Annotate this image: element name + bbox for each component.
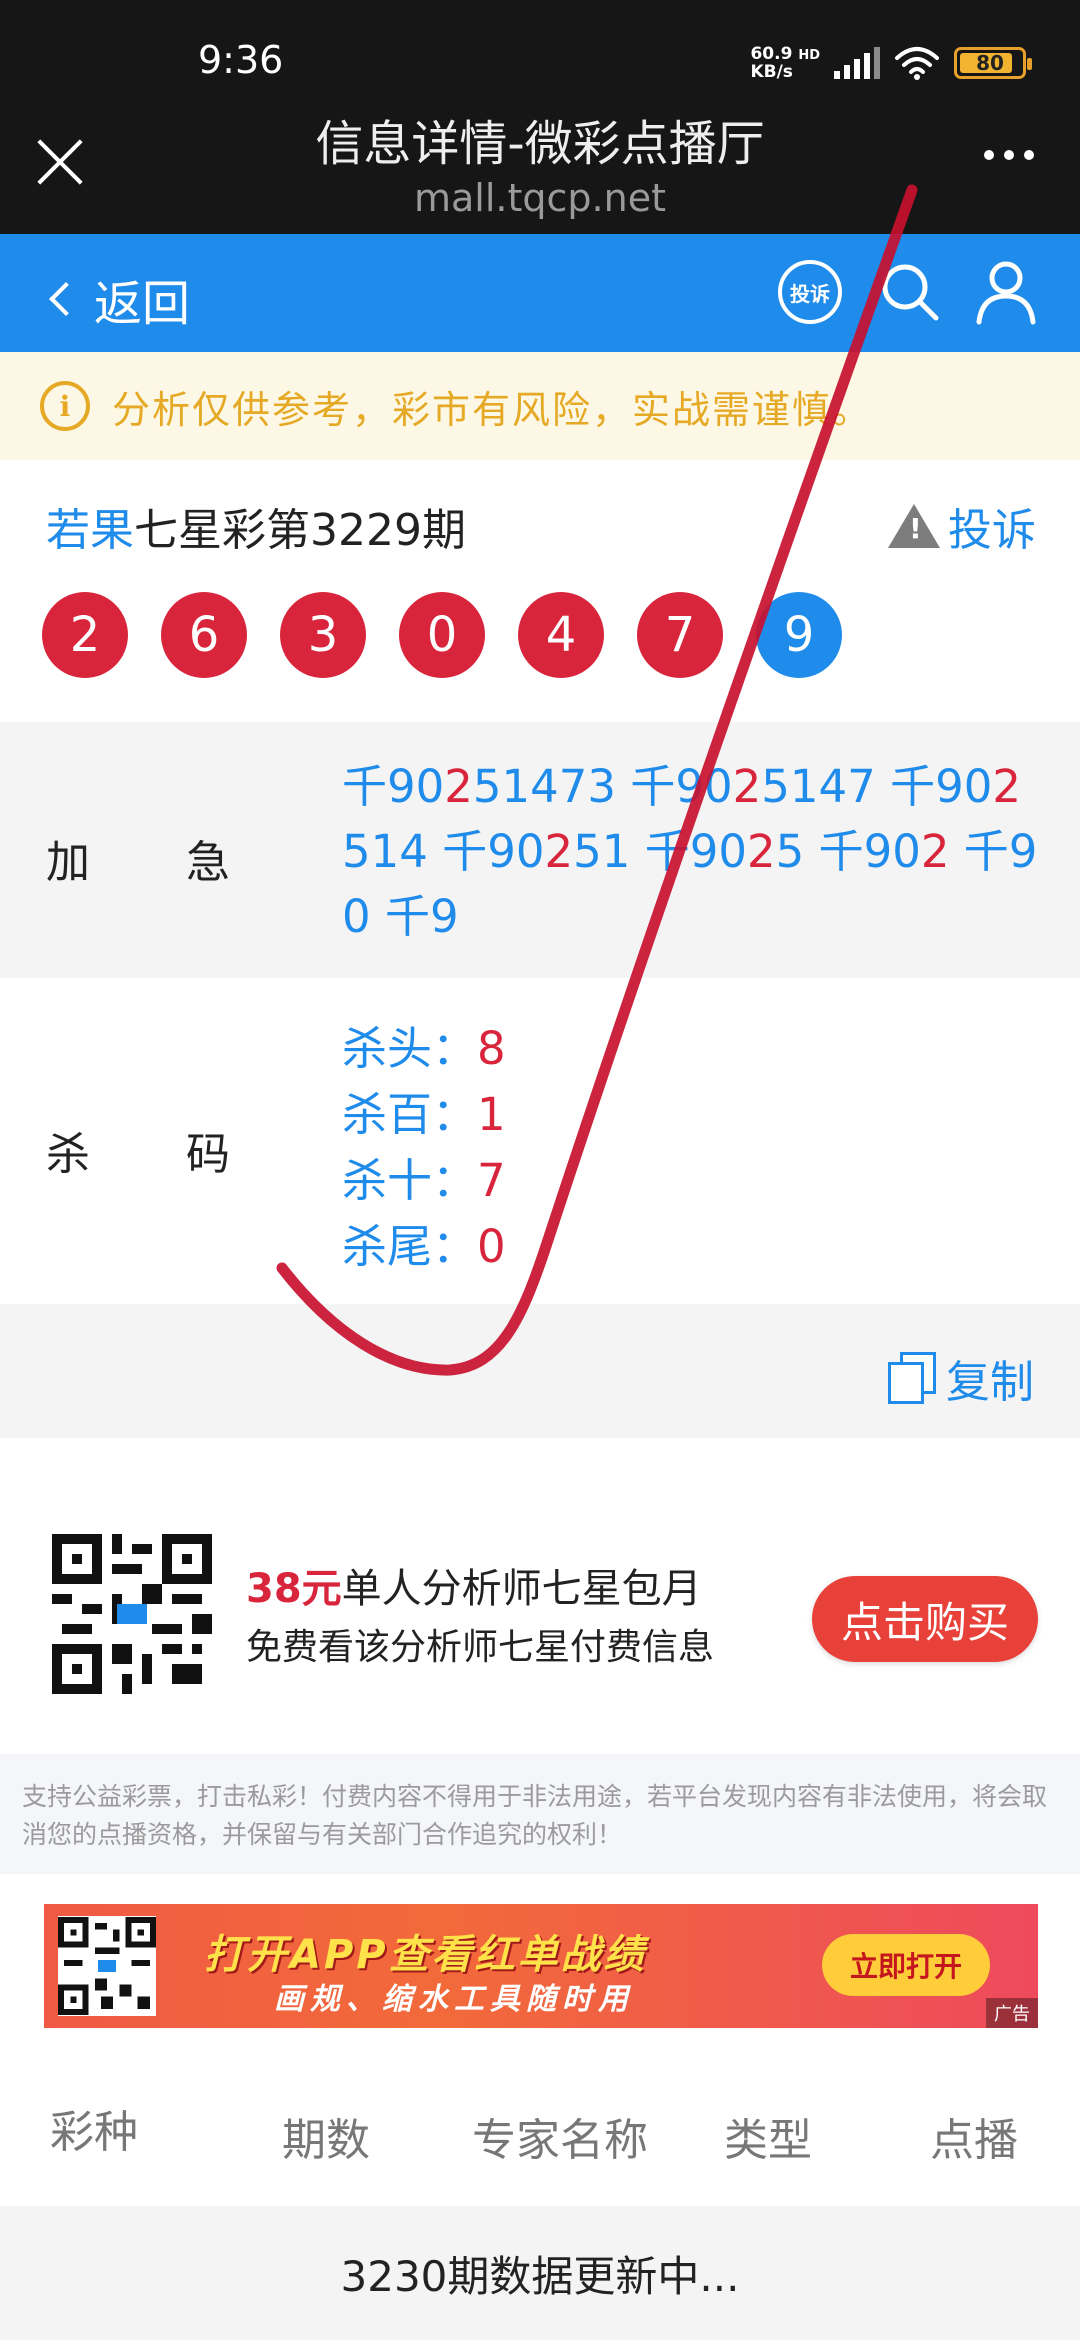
number-ball: 6 bbox=[161, 592, 247, 678]
banner-title: 打开APP查看红单战绩 bbox=[204, 1932, 647, 1978]
back-label: 返回 bbox=[94, 276, 191, 332]
copy-row: 复制 bbox=[0, 1304, 1080, 1438]
urgent-label: 加急 bbox=[46, 837, 230, 888]
warning-icon: ! bbox=[888, 504, 940, 548]
back-button[interactable]: 返回 bbox=[46, 264, 190, 334]
more-menu-icon[interactable] bbox=[984, 150, 1034, 160]
table-header: 彩种 期数 专家名称 类型 点播 bbox=[0, 2066, 1080, 2206]
kill-item: 杀百：1 bbox=[342, 1088, 506, 1141]
search-icon[interactable] bbox=[878, 260, 942, 324]
column-issue: 期数 bbox=[282, 2115, 370, 2166]
number-ball: 3 bbox=[280, 592, 366, 678]
kill-item: 杀十：7 bbox=[342, 1154, 506, 1207]
complain-icon[interactable]: 投诉 bbox=[778, 260, 842, 324]
notice-text: 分析仅供参考，彩市有风险，实战需谨慎。 bbox=[112, 387, 873, 432]
urgent-number: 千902 bbox=[818, 825, 950, 878]
kill-item: 杀头：8 bbox=[342, 1022, 506, 1075]
user-icon[interactable] bbox=[974, 258, 1038, 326]
column-lottery: 彩种 bbox=[50, 2107, 138, 2158]
qr-code-icon bbox=[58, 1916, 156, 2016]
risk-notice: i 分析仅供参考，彩市有风险，实战需谨慎。 bbox=[0, 352, 1080, 460]
qr-code-icon bbox=[52, 1534, 212, 1694]
urgent-number: 千9 bbox=[384, 890, 459, 943]
report-label: 投诉 bbox=[948, 505, 1036, 556]
urgent-numbers: 千90251473 千9025147 千902514 千90251 千9025 … bbox=[342, 754, 1042, 949]
signal-icon bbox=[834, 47, 880, 79]
column-type: 类型 bbox=[724, 2115, 812, 2166]
status-time: 9:36 bbox=[198, 38, 284, 82]
kill-row: 杀码 杀头：8 杀百：1 杀十：7 杀尾：0 bbox=[0, 978, 1080, 1304]
copy-button[interactable]: 复制 bbox=[888, 1346, 1034, 1410]
column-expert: 专家名称 bbox=[472, 2115, 648, 2166]
number-ball: 4 bbox=[518, 592, 604, 678]
number-ball: 2 bbox=[42, 592, 128, 678]
wifi-icon bbox=[895, 47, 939, 80]
open-app-button[interactable]: 立即打开 bbox=[822, 1934, 990, 1996]
page-url: mall.tqcp.net bbox=[414, 176, 666, 220]
chevron-left-icon bbox=[49, 282, 83, 316]
status-icons: 60.9 HD KB/s 80 bbox=[750, 40, 1032, 86]
kill-label: 杀码 bbox=[46, 1129, 230, 1180]
browser-header: 9:36 60.9 HD KB/s 80 信息详情-微彩点播厅 mall.tqc… bbox=[0, 0, 1080, 234]
subscription-card: 38元单人分析师七星包月 免费看该分析师七星付费信息 点击购买 bbox=[0, 1438, 1080, 1754]
urgent-number: 千90251 bbox=[442, 825, 631, 878]
urgent-row: 加急 千90251473 千9025147 千902514 千90251 千90… bbox=[0, 722, 1080, 978]
kill-numbers: 杀头：8 杀百：1 杀十：7 杀尾：0 bbox=[342, 1016, 506, 1280]
subscription-desc: 免费看该分析师七星付费信息 bbox=[246, 1627, 715, 1668]
urgent-number: 千90251473 bbox=[342, 760, 617, 813]
draw-numbers: 2630479 bbox=[42, 592, 842, 678]
number-ball: 0 bbox=[399, 592, 485, 678]
draw-issue: 七星彩第3229期 bbox=[134, 505, 466, 556]
page-title: 信息详情-微彩点播厅 bbox=[315, 116, 765, 172]
ad-tag: 广告 bbox=[986, 1998, 1038, 2028]
app-banner[interactable]: 打开APP查看红单战绩 画规、缩水工具随时用 立即打开 广告 bbox=[44, 1904, 1038, 2028]
battery-icon: 80 bbox=[954, 47, 1032, 79]
info-icon: i bbox=[40, 381, 90, 431]
disclaimer: 支持公益彩票，打击私彩！付费内容不得用于非法用途，若平台发现内容有非法使用，将会… bbox=[0, 1754, 1080, 1874]
number-ball: 7 bbox=[637, 592, 723, 678]
copy-icon bbox=[888, 1352, 938, 1404]
banner-subtitle: 画规、缩水工具随时用 bbox=[274, 1982, 634, 2017]
report-button[interactable]: ! 投诉 bbox=[888, 494, 1036, 558]
nav-bar: 返回 投诉 bbox=[0, 234, 1080, 352]
subscription-title: 38元单人分析师七星包月 bbox=[246, 1566, 702, 1612]
author-link[interactable]: 若果 bbox=[46, 505, 134, 556]
draw-title: 若果七星彩第3229期 bbox=[46, 494, 466, 558]
price: 38元 bbox=[246, 1566, 342, 1612]
urgent-number: 千9025 bbox=[644, 825, 805, 878]
loading-status: 3230期数据更新中... bbox=[0, 2206, 1080, 2340]
number-ball: 9 bbox=[756, 592, 842, 678]
network-speed: 60.9 HD KB/s bbox=[750, 43, 820, 82]
column-play: 点播 bbox=[930, 2115, 1018, 2166]
kill-item: 杀尾：0 bbox=[342, 1220, 506, 1273]
copy-label: 复制 bbox=[946, 1357, 1034, 1408]
buy-button[interactable]: 点击购买 bbox=[812, 1576, 1038, 1662]
urgent-number: 千9025147 bbox=[630, 760, 876, 813]
